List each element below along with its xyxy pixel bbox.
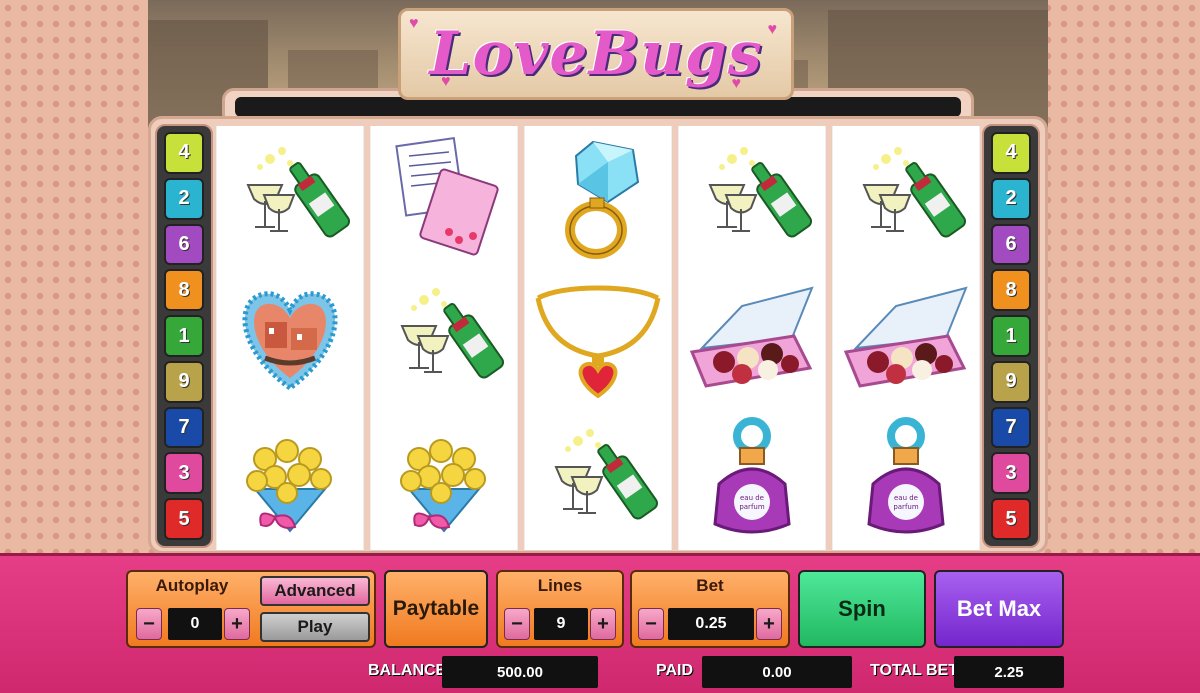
champagne-icon xyxy=(525,409,671,550)
heart-icon: ♥ xyxy=(441,73,451,90)
lines-decrease-button[interactable]: − xyxy=(504,608,530,640)
payline-left-button[interactable]: 8 xyxy=(164,269,204,312)
autoplay-increase-button[interactable]: + xyxy=(224,608,250,640)
payline-right-button[interactable]: 6 xyxy=(991,223,1031,266)
spin-button[interactable]: Spin xyxy=(798,570,926,648)
game-logo: ♥ ♥ ♥ ♥ LoveBugs xyxy=(398,8,794,100)
reels: eau de parfum eau de parfum xyxy=(216,126,980,550)
svg-text:eau de: eau de xyxy=(894,494,918,502)
paid-label: PAID xyxy=(656,662,694,679)
chocolate-box-icon xyxy=(679,267,825,408)
total-bet-value: 2.25 xyxy=(954,656,1064,688)
logo-text: LoveBugs xyxy=(429,19,763,89)
payline-right-button[interactable]: 1 xyxy=(991,315,1031,357)
payline-right-button[interactable]: 4 xyxy=(991,132,1031,174)
payline-indicators-right: 426819735 xyxy=(982,124,1040,548)
payline-left-button[interactable]: 3 xyxy=(164,452,204,495)
autoplay-decrease-button[interactable]: − xyxy=(136,608,162,640)
svg-text:parfum: parfum xyxy=(893,503,919,511)
payline-indicators-left: 426819735 xyxy=(155,124,213,548)
payline-left-button[interactable]: 9 xyxy=(164,360,204,403)
roses-bouquet-icon xyxy=(371,409,517,550)
paid-value: 0.00 xyxy=(702,656,852,688)
lines-group: Lines − 9 + xyxy=(496,570,624,648)
perfume-bottle-icon: eau de parfum xyxy=(679,409,825,550)
payline-right-button[interactable]: 8 xyxy=(991,269,1031,312)
diamond-ring-icon xyxy=(525,126,671,267)
bet-max-button[interactable]: Bet Max xyxy=(934,570,1064,648)
payline-right-button[interactable]: 9 xyxy=(991,360,1031,403)
play-button[interactable]: Play xyxy=(260,612,370,642)
paytable-button[interactable]: Paytable xyxy=(384,570,488,648)
lines-value: 9 xyxy=(534,608,588,640)
chocolate-box-icon xyxy=(833,267,979,408)
reel-3 xyxy=(524,126,672,550)
payline-left-button[interactable]: 6 xyxy=(164,223,204,266)
heart-necklace-icon xyxy=(525,267,671,408)
champagne-icon xyxy=(833,126,979,267)
lines-increase-button[interactable]: + xyxy=(590,608,616,640)
svg-text:eau de: eau de xyxy=(740,494,764,502)
champagne-icon xyxy=(371,267,517,408)
autoplay-group: Autoplay − 0 + Advanced Play xyxy=(126,570,376,648)
payline-left-button[interactable]: 7 xyxy=(164,406,204,449)
payline-left-button[interactable]: 2 xyxy=(164,177,204,220)
autoplay-value: 0 xyxy=(168,608,222,640)
reel-1 xyxy=(216,126,364,550)
payline-right-button[interactable]: 2 xyxy=(991,177,1031,220)
message-display xyxy=(235,97,961,117)
advanced-button[interactable]: Advanced xyxy=(260,576,370,606)
bet-group: Bet − 0.25 + xyxy=(630,570,790,648)
love-letter-icon xyxy=(371,126,517,267)
svg-text:parfum: parfum xyxy=(739,503,765,511)
total-bet-label: TOTAL BET xyxy=(870,662,958,679)
autoplay-label: Autoplay xyxy=(155,576,229,595)
lines-label: Lines xyxy=(537,576,583,595)
bet-decrease-button[interactable]: − xyxy=(638,608,664,640)
heart-icon: ♥ xyxy=(767,21,778,38)
balance-label: BALANCE xyxy=(368,662,447,679)
reel-5: eau de parfum xyxy=(832,126,980,550)
bet-increase-button[interactable]: + xyxy=(756,608,782,640)
heart-icon: ♥ xyxy=(731,75,742,92)
perfume-bottle-icon: eau de parfum xyxy=(833,409,979,550)
bet-label: Bet xyxy=(696,576,724,595)
payline-left-button[interactable]: 1 xyxy=(164,315,204,357)
bet-value: 0.25 xyxy=(668,608,754,640)
venice-heart-icon xyxy=(217,267,363,408)
champagne-icon xyxy=(217,126,363,267)
reel-2 xyxy=(370,126,518,550)
champagne-icon xyxy=(679,126,825,267)
balance-value: 500.00 xyxy=(442,656,598,688)
payline-right-button[interactable]: 7 xyxy=(991,406,1031,449)
payline-right-button[interactable]: 3 xyxy=(991,452,1031,495)
control-panel: Autoplay − 0 + Advanced Play Paytable Li… xyxy=(0,553,1200,693)
reel-4: eau de parfum xyxy=(678,126,826,550)
payline-left-button[interactable]: 4 xyxy=(164,132,204,174)
roses-bouquet-icon xyxy=(217,409,363,550)
payline-right-button[interactable]: 5 xyxy=(991,498,1031,541)
heart-icon: ♥ xyxy=(409,15,419,32)
payline-left-button[interactable]: 5 xyxy=(164,498,204,541)
